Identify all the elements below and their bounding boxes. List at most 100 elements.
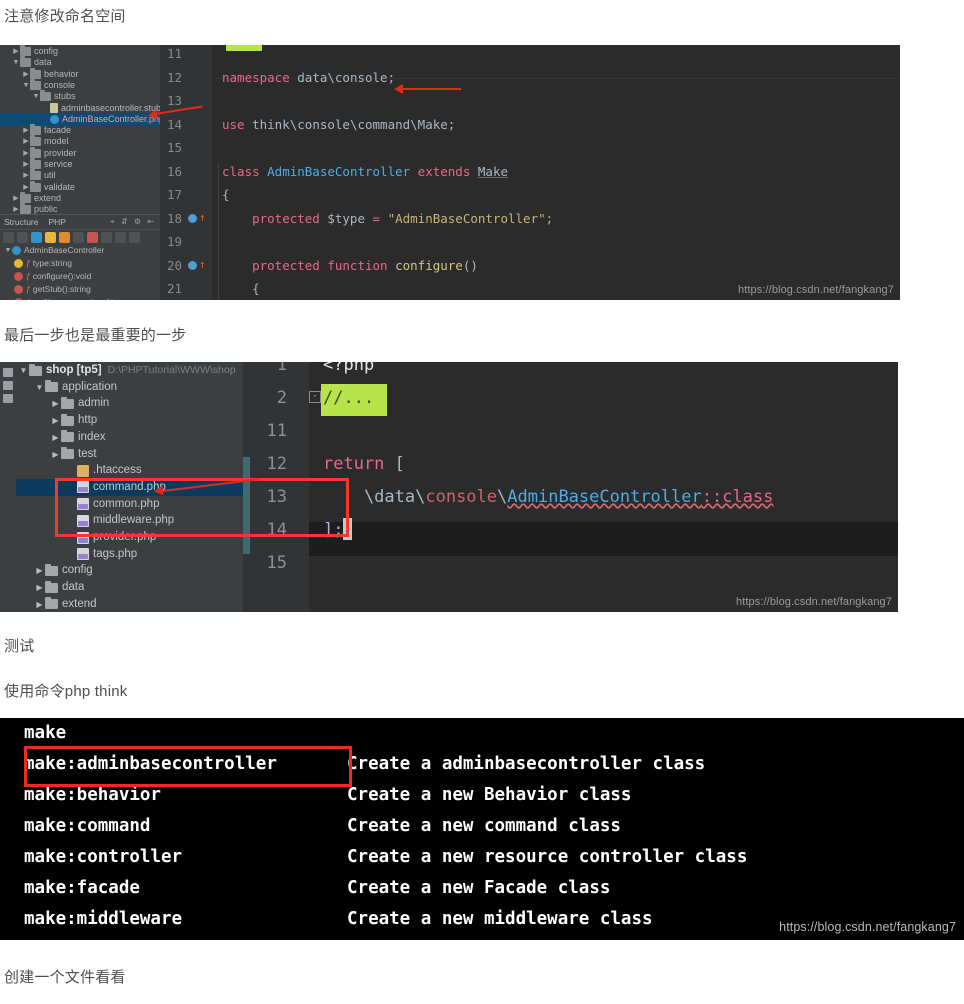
sort-visibility-icon[interactable] <box>17 231 28 243</box>
expand-all-icon[interactable] <box>115 231 126 243</box>
structure-item[interactable]: ▼ AdminBaseController <box>0 244 160 257</box>
code-line: <?php <box>323 362 374 382</box>
folder-icon <box>20 191 31 203</box>
code-token: use <box>222 116 253 132</box>
expand-toggle-icon[interactable]: ▶ <box>50 429 61 446</box>
structure-tab[interactable]: Structure <box>4 217 39 227</box>
code-block-guide <box>218 163 219 300</box>
method-icon <box>14 298 23 300</box>
code-token: protected <box>222 210 328 226</box>
structure-item[interactable]: ƒ type:string <box>0 257 160 270</box>
code-token: console <box>425 487 498 507</box>
paragraph-create-file: 创建一个文件看看 <box>4 969 126 986</box>
code-token: <?php <box>323 362 375 375</box>
gutter-run-marker-icon[interactable] <box>188 213 197 223</box>
left-tool-rail[interactable] <box>0 362 16 612</box>
code-line: \data\console\AdminBaseController::class <box>323 480 773 514</box>
htaccess-file-icon <box>77 464 89 477</box>
folder-icon <box>30 180 41 192</box>
editor-code-1[interactable]: namespace data\console; use think\console… <box>212 45 900 300</box>
code-line: namespace data\console; <box>222 64 395 92</box>
code-token: ::class <box>701 487 774 507</box>
tree-item--htaccess[interactable]: .htaccess <box>16 462 142 479</box>
tree-item-shop-tp5-[interactable]: ▼ shop [tp5] D:\PHPTutorial\WWW\shop <box>16 362 236 379</box>
tree-item-tags-php[interactable]: tags.php <box>16 546 137 563</box>
tree-item-data[interactable]: ▶ data <box>16 579 84 596</box>
structure-item[interactable]: ƒgetNamespace(appNamespace, mo <box>0 296 169 300</box>
code-token: () <box>462 257 478 273</box>
expand-toggle-icon[interactable]: ▶ <box>50 446 61 463</box>
line-number: 21 <box>166 281 182 296</box>
watermark-1: https://blog.csdn.net/fangkang7 <box>738 284 894 296</box>
watermark-3: https://blog.csdn.net/fangkang7 <box>779 920 956 934</box>
show-properties-icon[interactable] <box>45 231 56 243</box>
tree-item-test[interactable]: ▶ test <box>16 446 97 463</box>
structure-item-label: getStub():string <box>32 284 91 294</box>
expand-toggle-icon[interactable]: ▶ <box>34 562 45 579</box>
tree-item-admin[interactable]: ▶ admin <box>16 395 109 412</box>
structure-item-label: getNamespace(appNamespace, mo <box>33 296 169 300</box>
code-token: = <box>365 210 388 226</box>
code-token: data\console; <box>297 69 396 85</box>
collapse-all-icon[interactable] <box>129 231 140 243</box>
structure-tool-icon[interactable] <box>3 381 13 390</box>
structure-item-label: configure():void <box>32 271 92 281</box>
expand-toggle-icon[interactable]: ▶ <box>34 579 45 596</box>
figure-ide-namespace: ▶ config ▼ data ▶ behavior ▼ console ▼ stubs admin… <box>0 45 900 300</box>
expand-toggle-icon[interactable]: ▶ <box>50 395 61 412</box>
project-tool-icon[interactable] <box>3 368 13 377</box>
console-command-description: Create a new resource controller class <box>347 847 748 867</box>
php-tab[interactable]: PHP <box>49 217 66 227</box>
expand-toggle-icon[interactable]: ▼ <box>34 379 45 396</box>
favorites-tool-icon[interactable] <box>3 394 13 403</box>
folder-icon <box>40 90 51 102</box>
console-command-description: Create a new Behavior class <box>347 785 632 805</box>
console-command-description: Create a new middleware class <box>347 909 653 929</box>
folder-icon <box>61 447 74 459</box>
expand-toggle-icon[interactable]: ▶ <box>50 412 61 429</box>
line-number: 11 <box>266 421 287 441</box>
console-command-name: make:middleware <box>24 909 183 929</box>
code-line: protected function configure() <box>222 252 478 280</box>
structure-tool-window[interactable]: Structure PHP ⌖ ⇵ ⚙ ⇤ ▼ AdminBaseControll… <box>0 214 169 300</box>
show-methods-icon[interactable] <box>59 231 70 243</box>
show-private-icon[interactable] <box>87 231 98 243</box>
code-token: $type <box>327 210 365 226</box>
method-icon <box>14 272 23 281</box>
editor-gutter-1[interactable]: 11 12 13 14 15 16 17 18 ↑ 19 20 ↑ 21 <box>160 45 212 300</box>
code-token: \ <box>497 487 508 507</box>
code-line: return [ <box>323 447 405 481</box>
console-command-name: make:controller <box>24 847 183 867</box>
gutter-run-marker-icon[interactable] <box>188 260 197 270</box>
annotation-arrow-commandphp-head <box>153 485 164 497</box>
show-inherited-icon[interactable] <box>73 231 84 243</box>
tree-item-config[interactable]: ▶ config <box>16 562 93 579</box>
tree-item-path: D:\PHPTutorial\WWW\shop <box>107 364 236 376</box>
code-token: class <box>222 163 268 179</box>
editor-code-2[interactable]: <?php -//... return [ \data\console\AdminB… <box>309 362 898 612</box>
tree-item-index[interactable]: ▶ index <box>16 429 106 446</box>
structure-item[interactable]: ƒ configure():void <box>0 270 160 283</box>
sort-alpha-icon[interactable] <box>3 231 14 243</box>
folder-icon <box>45 597 58 610</box>
structure-item-list[interactable]: ▼ AdminBaseController ƒ type:string ƒ configu… <box>0 244 169 300</box>
figure-console-make-list: make make:adminbasecontroller Create a ad… <box>0 718 964 940</box>
fold-toggle-icon[interactable]: - <box>309 391 321 403</box>
code-line: use think\console\command\Make; <box>222 111 455 139</box>
folder-icon <box>30 135 41 147</box>
tree-item-application[interactable]: ▼ application <box>16 379 117 396</box>
folder-icon <box>30 146 41 158</box>
expand-toggle-icon[interactable]: ▶ <box>34 596 45 612</box>
code-token: { <box>222 281 260 296</box>
filter-icon[interactable] <box>101 231 112 243</box>
annotation-arrow-tree-head <box>147 109 158 121</box>
structure-toolbar[interactable] <box>0 229 160 244</box>
tree-item-http[interactable]: ▶ http <box>16 412 97 429</box>
expand-toggle-icon[interactable]: ▼ <box>18 362 29 379</box>
structure-item[interactable]: ƒ getStub():string <box>0 283 160 296</box>
expand-toggle-icon[interactable]: ▼ <box>4 244 12 257</box>
folder-icon <box>20 45 31 56</box>
tree-item-extend[interactable]: ▶ extend <box>16 596 97 612</box>
structure-header-icons[interactable]: ⌖ ⇵ ⚙ ⇤ <box>110 217 156 227</box>
show-fields-icon[interactable] <box>31 231 42 243</box>
